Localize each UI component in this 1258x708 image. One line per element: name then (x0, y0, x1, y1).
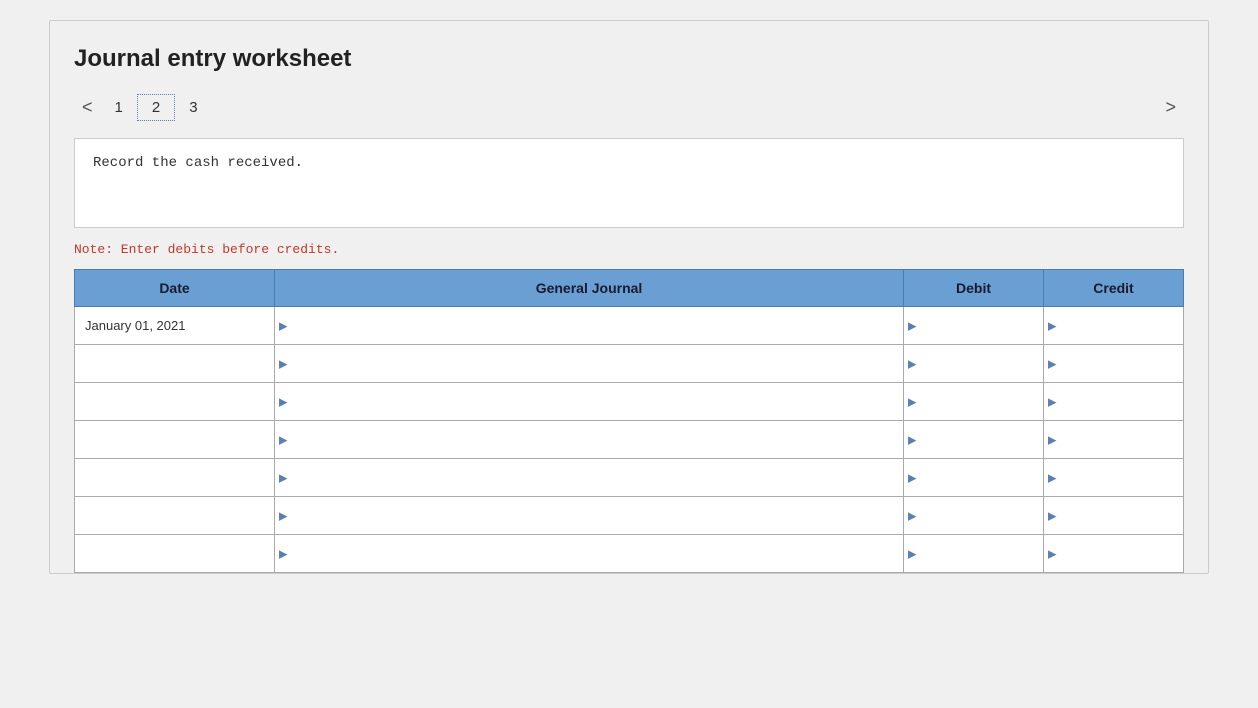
page-1[interactable]: 1 (101, 95, 137, 120)
debit-input[interactable] (912, 395, 1035, 410)
entry-arrow-icon: ▶ (279, 471, 287, 484)
credit-arrow-icon: ▶ (1048, 395, 1056, 408)
journal-input[interactable] (293, 357, 895, 372)
debit-cell[interactable]: ▶ (904, 535, 1044, 573)
header-debit: Debit (904, 270, 1044, 307)
journal-input[interactable] (293, 433, 895, 448)
debit-arrow-icon: ▶ (908, 319, 916, 332)
date-cell (75, 421, 275, 459)
credit-arrow-icon: ▶ (1048, 509, 1056, 522)
date-cell (75, 383, 275, 421)
entry-arrow-icon: ▶ (279, 319, 287, 332)
date-cell (75, 535, 275, 573)
debit-cell[interactable]: ▶ (904, 421, 1044, 459)
journal-cell[interactable]: ▶ (275, 459, 904, 497)
page-2[interactable]: 2 (137, 94, 175, 121)
credit-arrow-icon: ▶ (1048, 319, 1056, 332)
debit-arrow-icon: ▶ (908, 395, 916, 408)
table-row: ▶ ▶ ▶ (75, 383, 1184, 421)
credit-cell[interactable]: ▶ (1044, 345, 1184, 383)
page-3[interactable]: 3 (175, 95, 211, 120)
debit-arrow-icon: ▶ (908, 433, 916, 446)
credit-input[interactable] (1052, 395, 1175, 410)
next-arrow[interactable]: > (1157, 93, 1184, 122)
debit-input[interactable] (912, 509, 1035, 524)
credit-cell[interactable]: ▶ (1044, 307, 1184, 345)
debit-arrow-icon: ▶ (908, 547, 916, 560)
worksheet-container: Journal entry worksheet < 1 2 3 > Record… (49, 20, 1209, 574)
credit-cell[interactable]: ▶ (1044, 459, 1184, 497)
debit-input[interactable] (912, 319, 1035, 334)
credit-arrow-icon: ▶ (1048, 471, 1056, 484)
debit-arrow-icon: ▶ (908, 357, 916, 370)
table-row: ▶ ▶ ▶ (75, 459, 1184, 497)
credit-input[interactable] (1052, 471, 1175, 486)
credit-input[interactable] (1052, 509, 1175, 524)
journal-cell[interactable]: ▶ (275, 497, 904, 535)
debit-cell[interactable]: ▶ (904, 345, 1044, 383)
prev-arrow[interactable]: < (74, 93, 101, 122)
journal-input[interactable] (293, 319, 895, 334)
credit-input[interactable] (1052, 547, 1175, 562)
table-row: January 01, 2021 ▶ ▶ ▶ (75, 307, 1184, 345)
page-wrapper: Journal entry worksheet < 1 2 3 > Record… (0, 0, 1258, 708)
journal-input[interactable] (293, 395, 895, 410)
date-cell (75, 459, 275, 497)
debit-arrow-icon: ▶ (908, 471, 916, 484)
date-cell (75, 345, 275, 383)
debit-cell[interactable]: ▶ (904, 497, 1044, 535)
debit-input[interactable] (912, 471, 1035, 486)
debit-cell[interactable]: ▶ (904, 307, 1044, 345)
header-date: Date (75, 270, 275, 307)
note-text: Note: Enter debits before credits. (74, 242, 1184, 257)
credit-arrow-icon: ▶ (1048, 357, 1056, 370)
credit-cell[interactable]: ▶ (1044, 383, 1184, 421)
entry-arrow-icon: ▶ (279, 395, 287, 408)
debit-arrow-icon: ▶ (908, 509, 916, 522)
entry-arrow-icon: ▶ (279, 509, 287, 522)
entry-arrow-icon: ▶ (279, 357, 287, 370)
table-row: ▶ ▶ ▶ (75, 421, 1184, 459)
debit-cell[interactable]: ▶ (904, 459, 1044, 497)
pagination-row: < 1 2 3 > (74, 93, 1184, 122)
debit-input[interactable] (912, 547, 1035, 562)
journal-cell[interactable]: ▶ (275, 307, 904, 345)
entry-arrow-icon: ▶ (279, 433, 287, 446)
instruction-box: Record the cash received. (74, 138, 1184, 228)
credit-cell[interactable]: ▶ (1044, 421, 1184, 459)
debit-input[interactable] (912, 357, 1035, 372)
credit-input[interactable] (1052, 357, 1175, 372)
instruction-text: Record the cash received. (93, 155, 1165, 171)
journal-cell[interactable]: ▶ (275, 421, 904, 459)
credit-arrow-icon: ▶ (1048, 433, 1056, 446)
date-cell: January 01, 2021 (75, 307, 275, 345)
credit-cell[interactable]: ▶ (1044, 497, 1184, 535)
credit-arrow-icon: ▶ (1048, 547, 1056, 560)
journal-input[interactable] (293, 509, 895, 524)
journal-table: Date General Journal Debit Credit Januar… (74, 269, 1184, 573)
debit-input[interactable] (912, 433, 1035, 448)
date-cell (75, 497, 275, 535)
journal-cell[interactable]: ▶ (275, 535, 904, 573)
entry-arrow-icon: ▶ (279, 547, 287, 560)
debit-cell[interactable]: ▶ (904, 383, 1044, 421)
table-row: ▶ ▶ ▶ (75, 497, 1184, 535)
header-credit: Credit (1044, 270, 1184, 307)
credit-input[interactable] (1052, 433, 1175, 448)
header-general-journal: General Journal (275, 270, 904, 307)
credit-input[interactable] (1052, 319, 1175, 334)
table-row: ▶ ▶ ▶ (75, 535, 1184, 573)
journal-input[interactable] (293, 547, 895, 562)
table-row: ▶ ▶ ▶ (75, 345, 1184, 383)
credit-cell[interactable]: ▶ (1044, 535, 1184, 573)
journal-cell[interactable]: ▶ (275, 383, 904, 421)
journal-input[interactable] (293, 471, 895, 486)
journal-cell[interactable]: ▶ (275, 345, 904, 383)
worksheet-title: Journal entry worksheet (74, 45, 1184, 73)
